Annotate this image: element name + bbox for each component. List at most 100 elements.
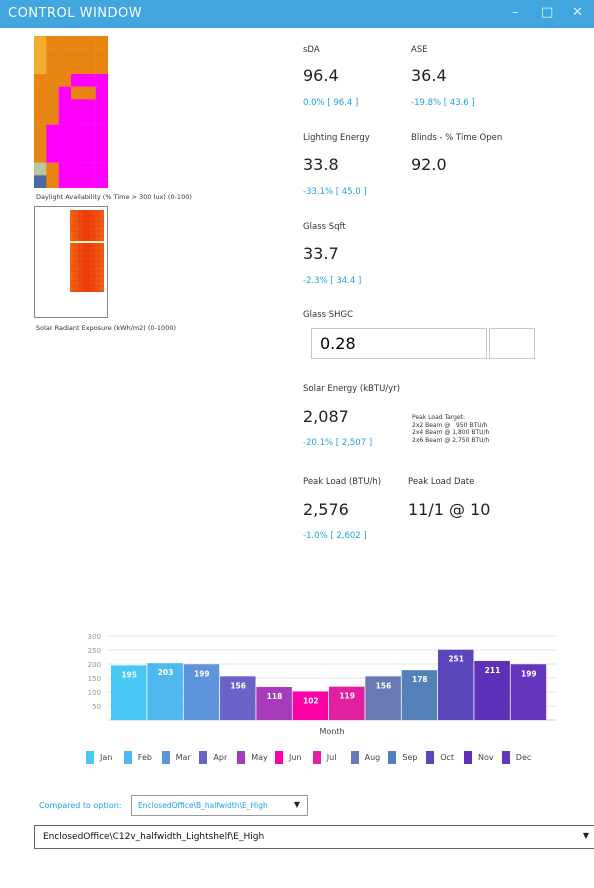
heatmap-cell xyxy=(71,162,84,176)
glass-sqft-delta: -2.3% [ 34.4 ] xyxy=(303,276,362,286)
maximize-button[interactable]: □ xyxy=(541,5,553,20)
heatmap-cell xyxy=(46,112,59,125)
heatmap-cell xyxy=(83,175,96,188)
peak-target-line: 2x4 Beam @ 1,800 BTU/h xyxy=(412,429,490,436)
bar-value-label: 199 xyxy=(194,669,210,678)
legend-swatch xyxy=(388,751,397,764)
y-tick-label: 300 xyxy=(88,633,101,641)
bar-value-label: 178 xyxy=(412,675,428,684)
compare-option-select[interactable]: EnclosedOffice\B_halfwidth\E_High ▼ xyxy=(131,795,308,816)
legend-item-jul: Jul xyxy=(312,751,337,764)
glass-shgc-label: Glass SHGC xyxy=(303,310,354,320)
glass-shgc-apply-button[interactable] xyxy=(489,328,535,359)
heatmap-cell xyxy=(83,137,96,151)
glass-shgc-input[interactable] xyxy=(311,328,487,359)
peak-load-delta: -1.0% [ 2,602 ] xyxy=(303,531,367,541)
legend-swatch xyxy=(86,751,94,764)
heatmap-cell xyxy=(34,150,47,163)
heatmap-cell xyxy=(71,150,84,163)
legend-item-oct: Oct xyxy=(426,751,454,764)
heatmap-cell xyxy=(71,74,84,87)
legend-label: Jan xyxy=(100,753,113,762)
bar-value-label: 102 xyxy=(303,696,319,705)
solar-energy-delta: -20.1% [ 2,507 ] xyxy=(303,438,373,448)
bar-value-label: 195 xyxy=(121,670,137,679)
heatmap-cell xyxy=(83,150,96,163)
legend-item-dec: Dec xyxy=(501,751,531,764)
heatmap-cell xyxy=(46,124,59,138)
heatmap-cell xyxy=(95,162,108,176)
solar-energy-value: 2,087 xyxy=(303,407,349,426)
heatmap-cell xyxy=(46,150,59,163)
bar-value-label: 156 xyxy=(376,681,392,690)
peak-load-label: Peak Load (BTU/h) xyxy=(303,477,382,487)
heatmap-cell xyxy=(71,48,84,62)
legend-label: Sep xyxy=(402,753,418,762)
legend-item-apr: Apr xyxy=(199,751,227,764)
legend-swatch xyxy=(350,751,359,764)
bar-value-label: 203 xyxy=(158,668,174,677)
heatmap-cell xyxy=(58,86,72,100)
daylight-caption: Daylight Availability (% Time > 300 lux)… xyxy=(36,193,192,201)
peak-target-line: 2x6 Beam @ 2,750 BTU/h xyxy=(412,436,490,444)
heatmap-cell xyxy=(95,124,108,138)
legend-swatch xyxy=(312,751,321,764)
heatmap-cell xyxy=(95,48,108,62)
title-bar: CONTROL WINDOW – □ ✕ xyxy=(0,0,594,28)
legend-swatch xyxy=(464,751,472,764)
close-button[interactable]: ✕ xyxy=(572,5,583,20)
heatmap-cell xyxy=(71,36,84,49)
peak-load-value: 2,576 xyxy=(303,500,349,519)
legend-label: May xyxy=(251,753,268,762)
current-option-value: EnclosedOffice\C12v_halfwidth_Lightshelf… xyxy=(43,832,265,842)
legend-swatch xyxy=(501,751,510,764)
heatmap-cell xyxy=(95,112,108,125)
minimize-button[interactable]: – xyxy=(512,5,519,20)
legend-item-sep: Sep xyxy=(388,751,417,764)
heatmap-cell xyxy=(95,150,108,163)
heatmap-cell xyxy=(83,48,96,62)
dropdown-arrow-icon: ▼ xyxy=(582,831,589,840)
heatmap-cell xyxy=(83,86,96,100)
bar-value-label: 199 xyxy=(521,669,537,678)
monthly-solar-chart: 50 100 150 200 250 300 195 203 199 156 118 102 119 15… xyxy=(88,633,556,736)
heatmap-cell xyxy=(58,137,72,151)
y-tick-label: 100 xyxy=(88,689,101,697)
legend-swatch xyxy=(275,751,283,764)
peak-target-line: 2x2 Beam @ 950 BTU/h xyxy=(412,421,488,429)
bar-value-label: 251 xyxy=(448,655,464,664)
heatmap-cell xyxy=(71,137,84,151)
sda-label: sDA xyxy=(303,45,320,55)
heatmap-cell xyxy=(83,162,96,176)
glass-sqft-label: Glass Sqft xyxy=(303,222,346,232)
legend-label: Mar xyxy=(175,753,191,762)
current-option-select[interactable]: EnclosedOffice\C12v_halfwidth_Lightshelf… xyxy=(34,825,594,849)
legend-label: Jul xyxy=(326,753,337,762)
legend-item-mar: Mar xyxy=(161,751,191,764)
heatmap-cell xyxy=(58,112,72,125)
legend-item-jun: Jun xyxy=(275,751,302,764)
heatmap-cell xyxy=(34,137,47,151)
heatmap-cell xyxy=(71,124,84,138)
heatmap-cell xyxy=(34,175,47,188)
window-title: CONTROL WINDOW xyxy=(8,6,143,21)
heatmap-cell xyxy=(83,74,96,87)
heatmap-cell xyxy=(34,99,47,113)
heatmap-cell xyxy=(46,86,59,100)
ase-label: ASE xyxy=(411,45,428,55)
bar-value-label: 118 xyxy=(267,692,283,701)
heatmap-cell xyxy=(46,99,59,113)
blinds-label: Blinds - % Time Open xyxy=(411,133,503,143)
heatmap-cell xyxy=(58,162,72,176)
y-tick-label: 150 xyxy=(88,675,101,683)
heatmap-cell xyxy=(83,99,96,113)
legend-swatch xyxy=(426,751,435,764)
legend-item-nov: Nov xyxy=(464,751,494,764)
legend-swatch xyxy=(199,751,208,764)
heatmap-cell xyxy=(71,112,84,125)
legend-label: Aug xyxy=(364,753,381,762)
heatmap-cell xyxy=(34,74,47,87)
compare-option-value: EnclosedOffice\B_halfwidth\E_High xyxy=(138,801,268,810)
heatmap-cell xyxy=(34,112,47,125)
heatmap-cell xyxy=(95,137,108,151)
